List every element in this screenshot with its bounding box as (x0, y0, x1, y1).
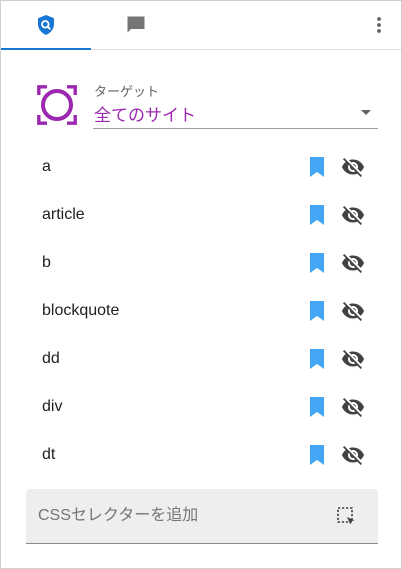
list-item: div (1, 383, 401, 431)
selector-label: a (42, 158, 51, 175)
tab-filter[interactable] (1, 1, 91, 50)
bookmark-icon[interactable] (308, 348, 326, 370)
bookmark-icon[interactable] (308, 300, 326, 322)
list-item: a (1, 143, 401, 191)
bookmark-icon[interactable] (308, 156, 326, 178)
visibility-off-icon[interactable] (341, 299, 365, 323)
target-section: ターゲット 全てのサイト (37, 79, 378, 129)
target-select[interactable]: ターゲット 全てのサイト (93, 79, 378, 129)
target-label: ターゲット (94, 84, 160, 99)
bookmark-icon[interactable] (308, 396, 326, 418)
bookmark-icon[interactable] (308, 444, 326, 466)
bookmark-icon[interactable] (308, 204, 326, 226)
target-value: 全てのサイト (94, 106, 196, 125)
visibility-off-icon[interactable] (341, 203, 365, 227)
more-menu-button[interactable] (365, 11, 393, 39)
add-selector-field (26, 489, 378, 544)
selector-label: blockquote (42, 302, 120, 319)
element-picker-icon[interactable] (336, 506, 356, 526)
list-item: dt (1, 431, 401, 479)
selector-label: div (42, 398, 63, 415)
chat-bubble-icon (127, 16, 145, 33)
visibility-off-icon[interactable] (341, 443, 365, 467)
selector-label: dt (42, 446, 56, 463)
more-vert-icon (377, 17, 381, 33)
bookmark-icon[interactable] (308, 252, 326, 274)
selector-label: b (42, 254, 51, 271)
tab-feedback[interactable] (91, 1, 181, 49)
selector-label: article (42, 206, 85, 223)
search-shield-icon (38, 15, 54, 35)
tab-bar (1, 1, 401, 50)
add-selector-input[interactable] (38, 489, 328, 543)
visibility-off-icon[interactable] (341, 347, 365, 371)
list-item: dd (1, 335, 401, 383)
popup-window: ターゲット 全てのサイト a article b blockquote dd div dt (0, 0, 402, 569)
visibility-off-icon[interactable] (341, 155, 365, 179)
selector-label: dd (42, 350, 60, 367)
selector-list: a article b blockquote dd div dt (1, 143, 401, 479)
list-item: b (1, 239, 401, 287)
all-sites-logo-icon (37, 85, 77, 125)
visibility-off-icon[interactable] (341, 251, 365, 275)
list-item: blockquote (1, 287, 401, 335)
list-item: article (1, 191, 401, 239)
visibility-off-icon[interactable] (341, 395, 365, 419)
dropdown-arrow-icon (361, 110, 371, 115)
